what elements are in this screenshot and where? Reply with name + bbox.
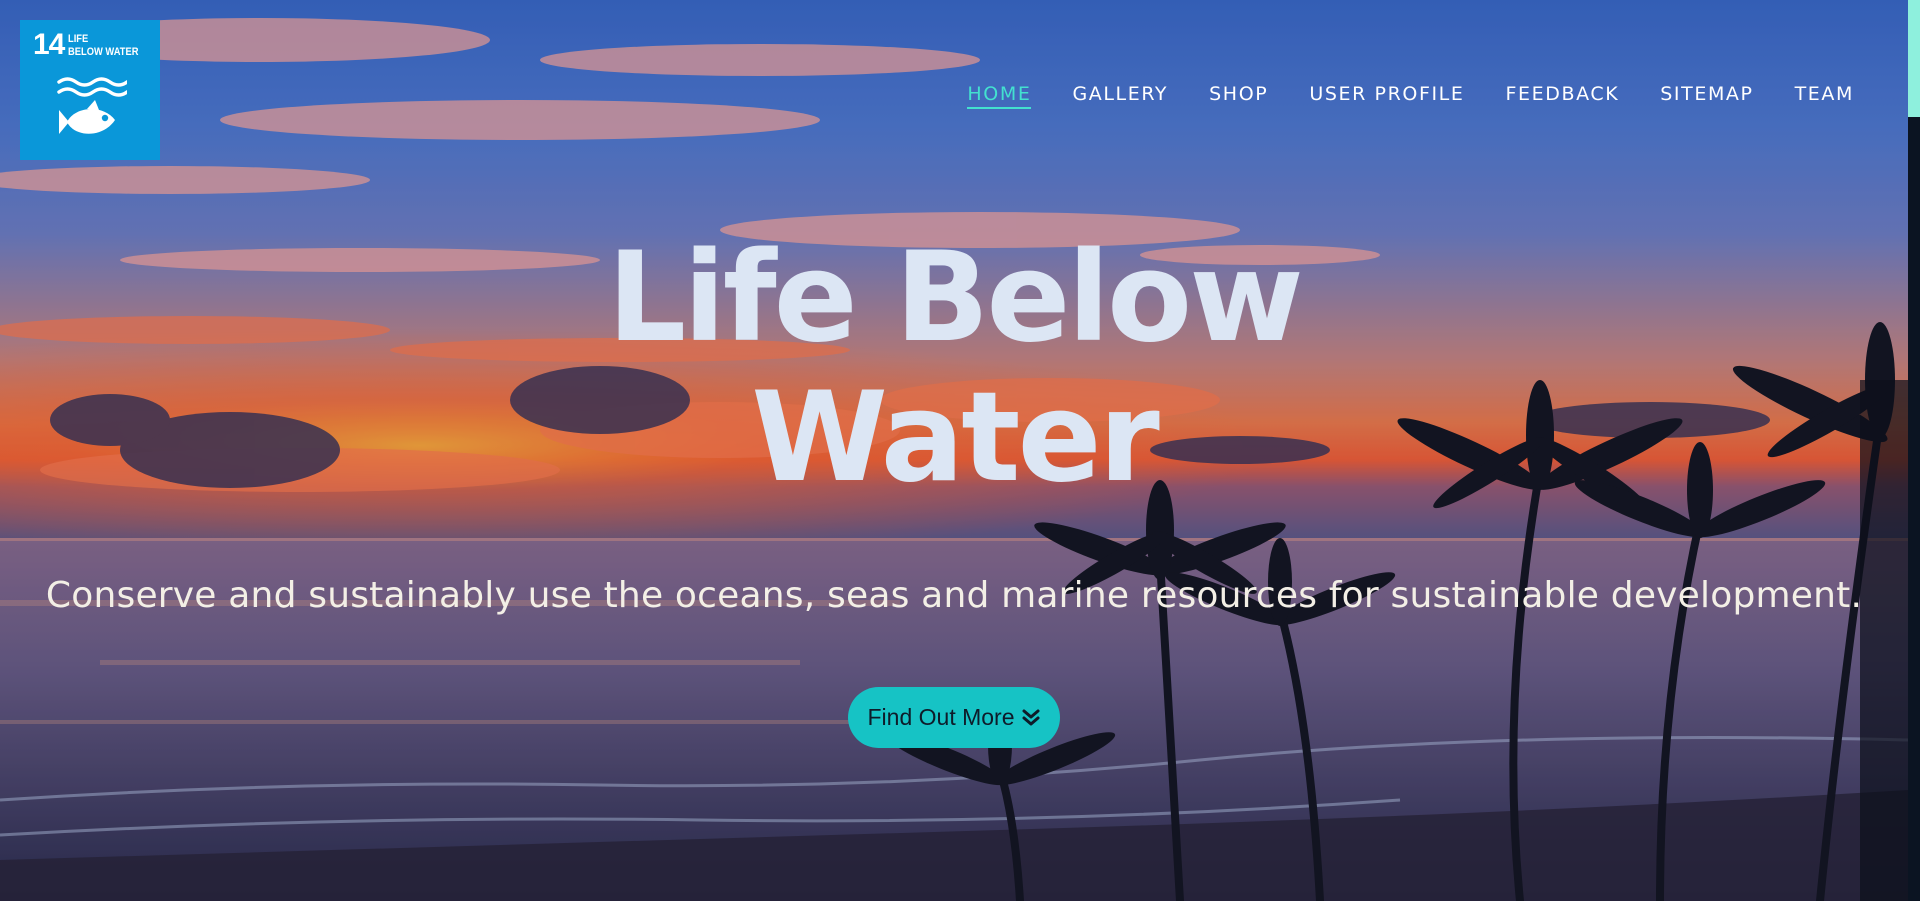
nav-team[interactable]: TEAM <box>1795 82 1854 106</box>
hero-title-line-1: Life Below <box>607 226 1304 370</box>
sdg-logo[interactable]: 14 LIFE BELOW WATER <box>20 20 160 160</box>
hero-section: 14 LIFE BELOW WATER HOME GALLERY SHOP US… <box>0 0 1908 901</box>
logo-line-2: BELOW WATER <box>68 46 139 58</box>
logo-line-1: LIFE <box>68 33 89 45</box>
nav-feedback[interactable]: FEEDBACK <box>1505 82 1619 106</box>
hero-subtitle: Conserve and sustainably use the oceans,… <box>45 575 1863 616</box>
fish-waves-icon <box>57 77 127 134</box>
scrollbar-thumb[interactable] <box>1908 0 1920 117</box>
nav-user-profile[interactable]: USER PROFILE <box>1309 82 1464 106</box>
nav-home[interactable]: HOME <box>967 82 1032 109</box>
logo-title: LIFE BELOW WATER <box>68 33 138 59</box>
nav-sitemap[interactable]: SITEMAP <box>1660 82 1753 106</box>
main-nav: HOME GALLERY SHOP USER PROFILE FEEDBACK … <box>926 82 1854 109</box>
logo-number: 14 <box>33 28 65 61</box>
hero-title-line-2: Water <box>751 366 1160 510</box>
find-out-more-button[interactable]: Find Out More <box>848 687 1060 748</box>
page: 14 LIFE BELOW WATER HOME GALLERY SHOP US… <box>0 0 1920 902</box>
nav-gallery[interactable]: GALLERY <box>1072 82 1168 106</box>
nav-shop[interactable]: SHOP <box>1209 82 1268 106</box>
find-out-more-label: Find Out More <box>867 704 1015 730</box>
hero-title: Life Below Water <box>0 228 1908 508</box>
chevron-double-down-icon <box>1022 709 1039 725</box>
page-scrollbar[interactable] <box>1908 0 1920 902</box>
